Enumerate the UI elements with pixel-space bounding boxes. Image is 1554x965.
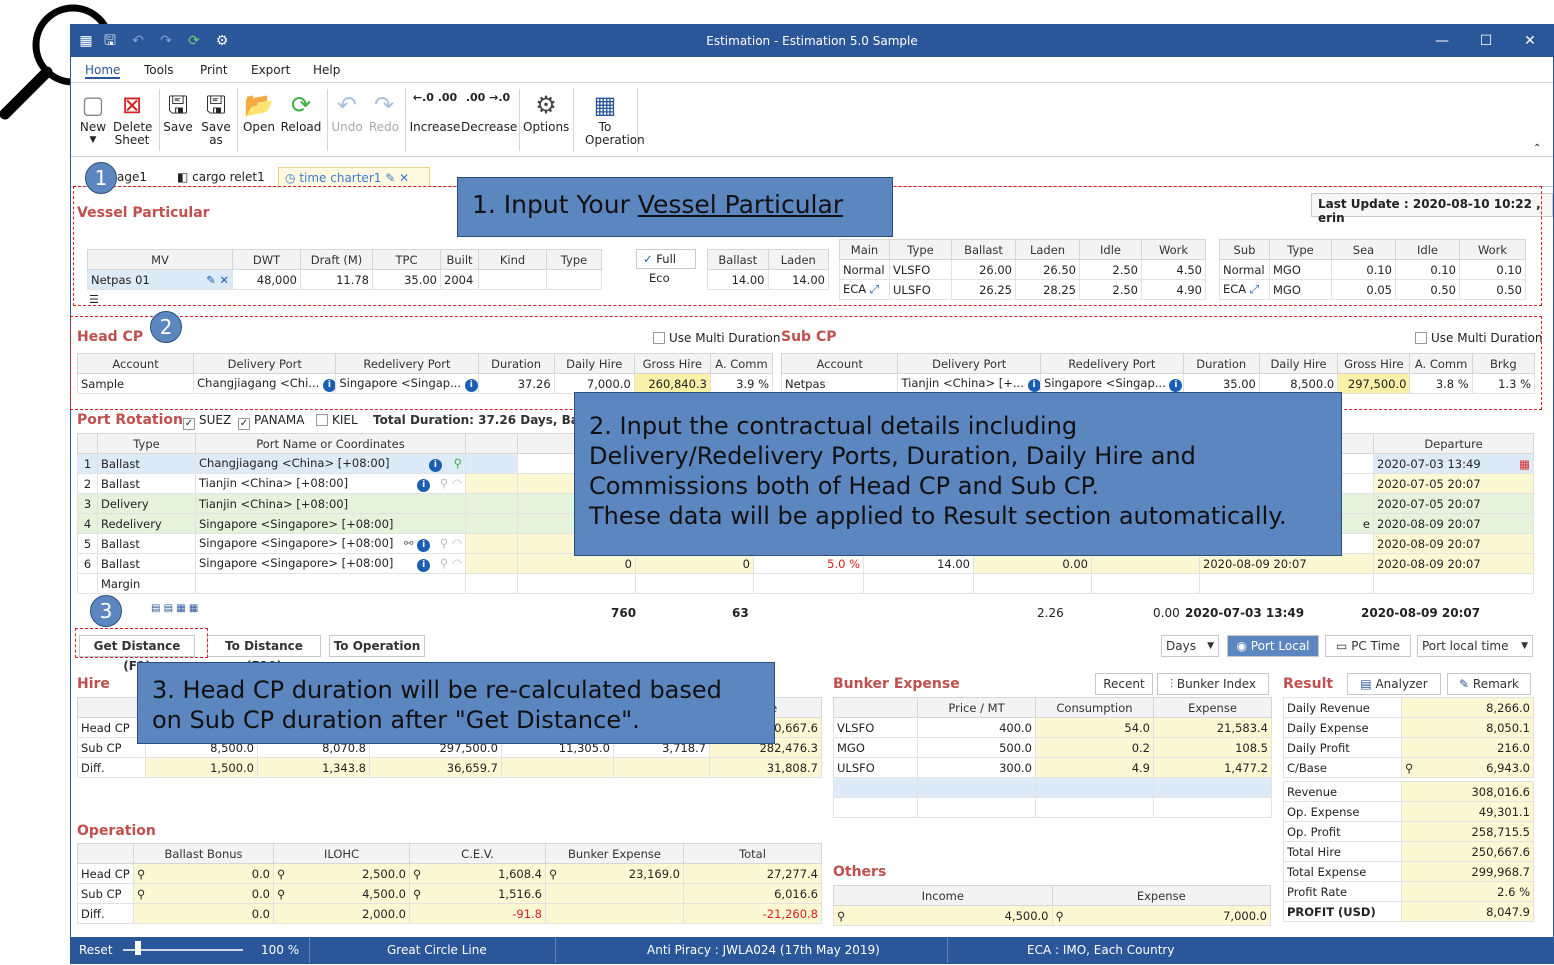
menu-export[interactable]: Export bbox=[251, 63, 290, 77]
row-tools[interactable]: ▤ ▤ ▦ ▦ bbox=[151, 603, 198, 614]
suez-checkbox[interactable]: ✓ SUEZ bbox=[183, 413, 231, 430]
table-row: Margin bbox=[77, 573, 1534, 594]
gear-icon: ⚙ bbox=[535, 91, 557, 119]
callout-contract: 2. Input the contractual details includi… bbox=[574, 392, 1342, 556]
others-table: Income Expense ⚲ 4,500.0 ⚲ 7,000.0 bbox=[833, 885, 1271, 926]
port-local-toggle[interactable]: ◉ Port Local bbox=[1227, 635, 1319, 657]
monitor-icon: ▭ bbox=[1336, 639, 1348, 653]
to-operation-action-button[interactable]: To Operation bbox=[329, 635, 425, 657]
cargo-icon: ◧ bbox=[177, 170, 189, 184]
save-as-icon: 🖫 bbox=[205, 91, 227, 119]
decrease-button[interactable]: .00 →.0 Decrease bbox=[461, 89, 517, 134]
remark-icon: ✎ bbox=[1459, 677, 1470, 691]
table-row: 6 Ballast Singapore <Singapore> [+08:00] i … bbox=[77, 553, 1534, 574]
undo-icon: ↶ bbox=[336, 91, 358, 119]
save-button[interactable]: 🖫 Save bbox=[163, 89, 193, 134]
status-bar: Reset 100 % Great Circle Line Anti Pirac… bbox=[71, 937, 1553, 963]
hire-title: Hire bbox=[77, 676, 110, 692]
reload-button[interactable]: ⟳ Reload bbox=[279, 89, 323, 134]
menu-home[interactable]: Home bbox=[85, 63, 121, 79]
operation-title: Operation bbox=[77, 823, 156, 839]
remark-button[interactable]: ✎ Remark bbox=[1447, 673, 1531, 695]
step-3-marker: 3 bbox=[90, 595, 122, 627]
decrease-decimal-icon: .00 →.0 bbox=[465, 91, 511, 104]
redo-icon: ↷ bbox=[373, 91, 395, 119]
bunker-expense-title: Bunker Expense bbox=[833, 676, 960, 692]
callout-vessel: 1. Input Your Vessel Particular bbox=[457, 177, 893, 237]
tab-voyage[interactable]: age1 bbox=[111, 167, 153, 187]
analyzer-icon: ▤ bbox=[1360, 677, 1372, 691]
open-folder-icon: 📂 bbox=[244, 91, 274, 119]
result-total-table: Revenue 308,016.6 Op. Expense 49,301.1 Op.… bbox=[1283, 781, 1534, 922]
bunker-table: Price / MT Consumption Expense VLSFO 400.0 5… bbox=[833, 697, 1272, 818]
calendar-icon: ▦ bbox=[1519, 456, 1530, 471]
panama-checkbox[interactable]: ✓ PANAMA bbox=[238, 413, 304, 430]
pc-time-toggle[interactable]: ▭ PC Time bbox=[1325, 635, 1411, 657]
get-distance-highlight bbox=[75, 628, 208, 658]
step-1-marker: 1 bbox=[85, 162, 117, 194]
index-icon: ⫶ bbox=[1170, 677, 1174, 691]
delete-sheet-icon: ⊠ bbox=[121, 91, 143, 119]
result-daily-table: Daily Revenue 8,266.0 Daily Expense 8,050.… bbox=[1283, 697, 1534, 778]
ribbon: ▢ New ▼ ⊠ Delete Sheet 🖫 Save 🖫 Save as 📂 Open… bbox=[71, 83, 1553, 157]
increase-decimal-icon: ←.0 .00 bbox=[412, 91, 458, 104]
minimize-button[interactable]: — bbox=[1427, 31, 1457, 51]
search-icon: ⚲ bbox=[137, 866, 146, 881]
bunker-index-button[interactable]: ⫶ Bunker Index bbox=[1157, 673, 1269, 695]
new-icon: ▢ bbox=[81, 91, 105, 119]
globe-icon: ◉ bbox=[1236, 639, 1247, 653]
to-distance-button[interactable]: To Distance (F10) bbox=[207, 635, 321, 673]
tab-cargo-relet[interactable]: ◧ cargo relet1 bbox=[171, 167, 271, 187]
callout-duration: 3. Head CP duration will be re-calculate… bbox=[137, 662, 775, 744]
delete-sheet-button[interactable]: ⊠ Delete Sheet bbox=[113, 89, 152, 147]
zoom-slider-handle[interactable] bbox=[135, 941, 141, 955]
to-operation-button[interactable]: ▦ To Operation bbox=[577, 89, 645, 147]
analyzer-button[interactable]: ▤ Analyzer bbox=[1347, 673, 1441, 695]
link-icon: ⚯ bbox=[403, 535, 414, 550]
undo-button[interactable]: ↶ Undo bbox=[329, 89, 365, 134]
others-title: Others bbox=[833, 864, 887, 880]
reset-button[interactable]: Reset bbox=[79, 943, 113, 957]
new-button[interactable]: ▢ New ▼ bbox=[77, 89, 109, 147]
redo-button[interactable]: ↷ Redo bbox=[367, 89, 401, 134]
increase-button[interactable]: ←.0 .00 Increase bbox=[409, 89, 461, 134]
menu-bar: Home Tools Print Export Help bbox=[71, 57, 1553, 83]
tab-close-icon[interactable]: ✕ bbox=[399, 171, 409, 185]
menu-print[interactable]: Print bbox=[200, 63, 228, 77]
zoom-slider[interactable] bbox=[123, 949, 243, 951]
maximize-button[interactable]: ☐ bbox=[1471, 31, 1501, 51]
open-button[interactable]: 📂 Open bbox=[241, 89, 277, 134]
menu-help[interactable]: Help bbox=[313, 63, 340, 77]
clock-icon: ◷ bbox=[285, 171, 296, 185]
kiel-checkbox[interactable]: KIEL bbox=[316, 413, 358, 427]
edit-icon[interactable]: ✎ bbox=[385, 171, 395, 185]
result-title: Result bbox=[1283, 676, 1334, 692]
step-2-marker: 2 bbox=[150, 311, 182, 343]
menu-tools[interactable]: Tools bbox=[144, 63, 174, 77]
collapse-ribbon-icon[interactable]: ⌃ bbox=[1533, 143, 1541, 154]
options-button[interactable]: ⚙ Options bbox=[523, 89, 569, 134]
time-zone-select[interactable]: Port local time ▼ bbox=[1417, 635, 1533, 657]
pin-icon: ⚲ bbox=[453, 455, 462, 470]
to-operation-icon: ▦ bbox=[593, 91, 617, 119]
save-as-button[interactable]: 🖫 Save as bbox=[199, 89, 233, 147]
days-select[interactable]: Days ▼ bbox=[1161, 635, 1219, 657]
tab-time-charter[interactable]: ◷ time charter1 ✎ ✕ bbox=[278, 167, 430, 187]
port-rotation-title: Port Rotation bbox=[77, 412, 183, 428]
window-title: Estimation - Estimation 5.0 Sample bbox=[706, 34, 918, 48]
recent-button[interactable]: Recent bbox=[1095, 673, 1153, 695]
title-bar: ▦ 🖫 ↶ ↷ ⟳ ⚙ Estimation - Estimation 5.0 … bbox=[71, 25, 1553, 57]
save-icon: 🖫 bbox=[167, 91, 189, 119]
operation-table: Ballast Bonus ILOHC C.E.V. Bunker Expense To… bbox=[77, 843, 822, 924]
reload-icon: ⟳ bbox=[290, 91, 312, 119]
close-button[interactable]: ✕ bbox=[1515, 31, 1545, 51]
